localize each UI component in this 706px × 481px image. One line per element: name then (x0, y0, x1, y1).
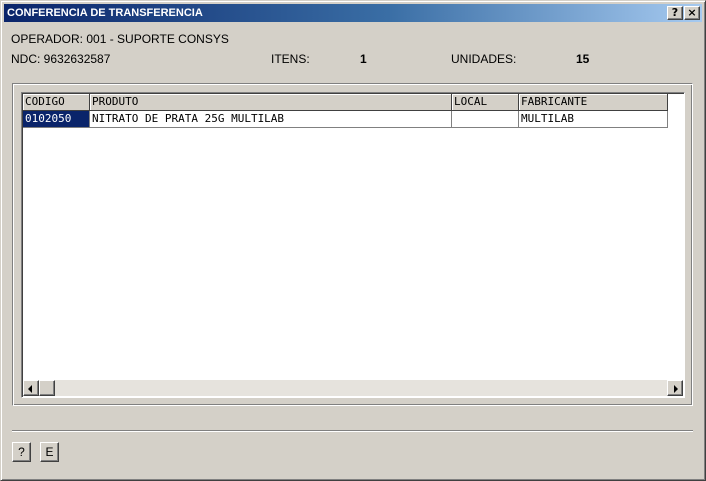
close-button[interactable]: × (684, 6, 700, 20)
title-bar[interactable]: CONFERENCIA DE TRANSFERENCIA ? × (4, 4, 702, 22)
ndc-label: NDC: 9632632587 (11, 52, 111, 66)
items-grid[interactable]: CODIGO PRODUTO LOCAL FABRICANTE 0102050 … (21, 92, 685, 398)
arrow-left-icon (28, 385, 32, 393)
window-title: CONFERENCIA DE TRANSFERENCIA (7, 7, 203, 19)
scroll-left-button[interactable] (23, 380, 39, 396)
cell-fabricante[interactable]: MULTILAB (519, 111, 668, 128)
unidades-label: UNIDADES: (451, 52, 517, 66)
dialog-window: CONFERENCIA DE TRANSFERENCIA ? × OPERADO… (0, 0, 706, 481)
bottom-separator (12, 430, 693, 432)
cell-produto[interactable]: NITRATO DE PRATA 25G MULTILAB (90, 111, 452, 128)
cell-codigo[interactable]: 0102050 (23, 111, 90, 128)
grid-header-row: CODIGO PRODUTO LOCAL FABRICANTE (23, 94, 683, 111)
operator-label: OPERADOR: 001 - SUPORTE CONSYS (11, 32, 229, 46)
help-title-button[interactable]: ? (667, 6, 683, 20)
itens-label: ITENS: (271, 52, 310, 66)
itens-value: 1 (360, 52, 367, 66)
column-header-codigo[interactable]: CODIGO (23, 94, 90, 111)
table-row[interactable]: 0102050 NITRATO DE PRATA 25G MULTILAB MU… (23, 111, 683, 128)
arrow-right-icon (674, 385, 678, 393)
e-button[interactable]: E (40, 442, 59, 462)
column-header-produto[interactable]: PRODUTO (90, 94, 452, 111)
scroll-right-button[interactable] (667, 380, 683, 396)
column-header-fabricante[interactable]: FABRICANTE (519, 94, 668, 111)
cell-local[interactable] (452, 111, 519, 128)
horizontal-scrollbar[interactable] (23, 380, 683, 396)
help-button[interactable]: ? (12, 442, 31, 462)
scroll-thumb[interactable] (39, 380, 55, 396)
column-header-local[interactable]: LOCAL (452, 94, 519, 111)
unidades-value: 15 (576, 52, 590, 66)
